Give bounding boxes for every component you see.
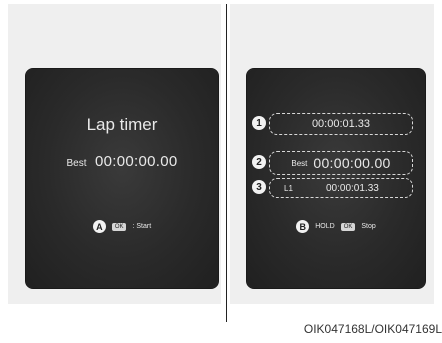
lap-record-box: L1 00:00:01.33 <box>269 178 413 198</box>
best-time-row: Best 00:00:00.00 <box>26 153 218 171</box>
lap-timer-title: Lap timer <box>86 115 158 134</box>
right-cluster-screen: 1 00:00:01.33 2 Best 00:00:00.00 3 L1 00… <box>246 68 426 289</box>
figure-divider <box>226 4 227 322</box>
callout-2-icon: 2 <box>252 155 266 169</box>
callout-1-icon: 1 <box>252 116 266 130</box>
figure-caption: OIK047168L/OIK047169L <box>303 322 442 336</box>
right-figure-panel: 1 00:00:01.33 2 Best 00:00:00.00 3 L1 00… <box>230 4 434 304</box>
left-figure-panel: Lap timer Best 00:00:00.00 A OK : Start <box>8 4 221 304</box>
callout-3-icon: 3 <box>252 180 266 194</box>
start-hint: A OK : Start <box>26 220 218 233</box>
lap-record-time: 00:00:01.33 <box>326 182 379 194</box>
lap-record-label: L1 <box>284 183 293 193</box>
stop-hint-text: Stop <box>361 223 376 230</box>
best-label: Best <box>291 158 308 168</box>
best-label: Best <box>66 158 87 169</box>
current-lap-time: 00:00:01.33 <box>311 118 371 130</box>
callout-a-icon: A <box>92 220 106 233</box>
current-lap-time-box: 00:00:01.33 <box>269 113 413 135</box>
callout-b-icon: B <box>296 220 310 233</box>
start-hint-text: : Start <box>132 223 152 230</box>
stop-hint: B HOLD OK Stop <box>247 220 425 233</box>
ok-key-badge: OK <box>111 222 127 231</box>
best-time-value: 00:00:00.00 <box>94 153 178 170</box>
best-lap-time-box: Best 00:00:00.00 <box>269 151 413 175</box>
left-cluster-screen: Lap timer Best 00:00:00.00 A OK : Start <box>25 68 219 289</box>
best-lap-time: 00:00:00.00 <box>313 155 391 171</box>
hold-text: HOLD <box>315 223 335 230</box>
ok-key-badge: OK <box>340 222 356 231</box>
